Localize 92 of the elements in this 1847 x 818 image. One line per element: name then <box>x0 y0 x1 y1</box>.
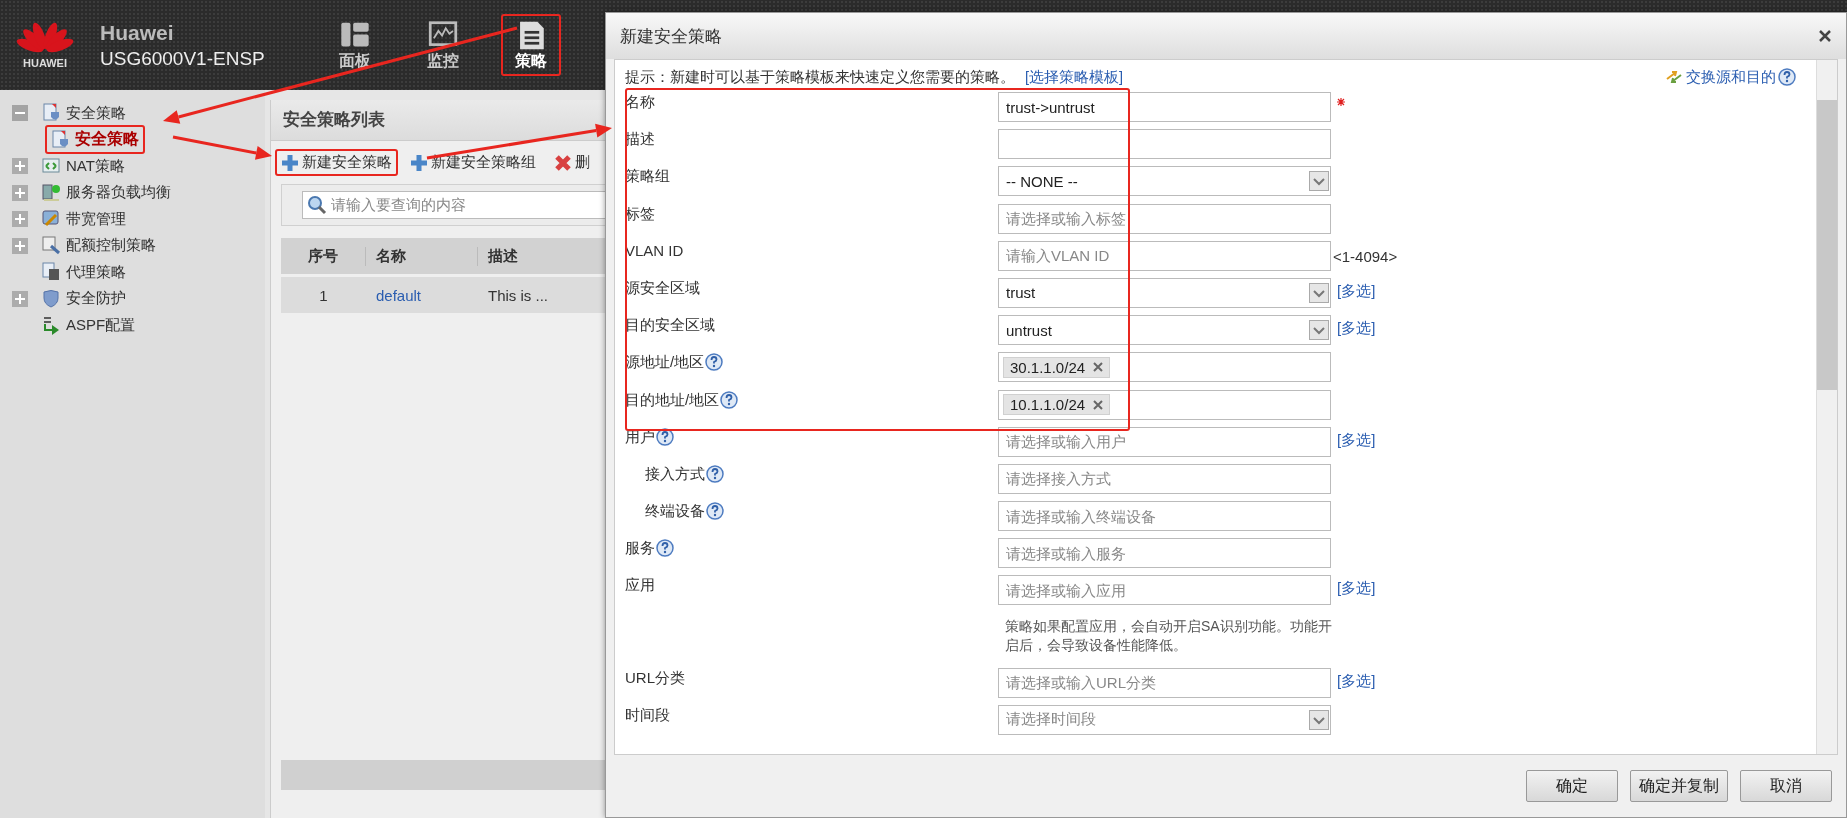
tree-item[interactable]: 安全策略 <box>36 99 132 128</box>
field-label: 目的安全区域 <box>625 316 715 336</box>
close-icon[interactable] <box>1818 29 1832 43</box>
scrollbar[interactable] <box>1816 60 1837 754</box>
remove-icon <box>1093 399 1104 410</box>
column-header: 序号 <box>281 246 366 266</box>
shield-icon <box>42 288 60 309</box>
tree-item[interactable]: 服务器负载均衡 <box>36 178 177 207</box>
delete-icon <box>554 153 572 172</box>
nav-tab[interactable]: 面板 <box>325 14 385 76</box>
input-field[interactable]: 请选择或输入标签 <box>998 203 1331 234</box>
tree-item[interactable]: NAT策略 <box>36 152 131 181</box>
tree-item[interactable]: ASPF配置 <box>36 311 142 340</box>
hint-text: 提示：新建时可以基于策略模板来快速定义您需要的策略。 <box>625 67 1015 87</box>
field-label: 时间段 <box>625 705 670 725</box>
expand-icon[interactable] <box>12 211 28 228</box>
address-tag: 10.1.1.0/24 <box>1003 394 1111 415</box>
logo-text: HUAWEI <box>23 57 67 69</box>
field-label: 服务 <box>625 539 655 559</box>
note-text: 策略如果配置应用，会自动开启SA识别功能。功能开启后，会导致设备性能降低。 <box>1004 616 1333 655</box>
arrows-icon <box>42 315 60 336</box>
expand-icon[interactable] <box>12 184 28 201</box>
tree-item[interactable]: 安全策略 <box>45 125 145 155</box>
tree-item[interactable]: 代理策略 <box>36 258 132 287</box>
tree-item[interactable]: 配额控制策略 <box>36 231 162 260</box>
range-hint: <1-4094> <box>1333 246 1398 265</box>
field-label: 源地址/地区 <box>625 353 705 373</box>
collapse-icon[interactable] <box>12 105 28 122</box>
document-shield-icon <box>51 129 69 150</box>
multi-select-link[interactable]: [多选] <box>1337 281 1376 301</box>
template-link[interactable]: [选择策略模板] <box>1025 67 1124 87</box>
server-icon <box>42 182 60 203</box>
input-field[interactable]: trust->untrust <box>998 92 1331 122</box>
dialog-button[interactable]: 确定并复制 <box>1630 770 1728 802</box>
field-label: 应用 <box>625 576 655 596</box>
table-cell-text: 1 <box>318 286 329 304</box>
expand-icon[interactable] <box>12 290 28 307</box>
field-label: 终端设备 <box>645 502 705 522</box>
swap-link[interactable]: 交换源和目的 <box>1666 67 1776 87</box>
dropdown[interactable]: trust <box>998 277 1331 308</box>
dialog-button[interactable]: 确定 <box>1526 770 1618 802</box>
toolbar-button[interactable]: 新建安全策略 <box>275 149 398 176</box>
dialog-title: 新建安全策略 <box>620 25 722 48</box>
table-cell-text: This is ... <box>487 286 549 304</box>
plus-icon <box>410 153 428 172</box>
policy-link[interactable]: default <box>366 286 478 304</box>
logo-icon <box>15 21 75 55</box>
remove-icon <box>1093 362 1104 373</box>
field-label: 接入方式 <box>645 464 705 484</box>
expand-icon[interactable] <box>12 158 28 175</box>
multi-select-link[interactable]: [多选] <box>1337 430 1376 450</box>
input-field[interactable]: 请选择或输入URL分类 <box>998 667 1331 698</box>
help-icon <box>1778 68 1796 86</box>
dialog-button[interactable]: 取消 <box>1740 770 1832 802</box>
tag-input[interactable]: 10.1.1.0/24 <box>998 389 1331 420</box>
nav-tab[interactable]: 策略 <box>501 14 561 76</box>
field-label: VLAN ID <box>625 241 684 259</box>
column-header: 名称 <box>366 246 478 266</box>
input-field[interactable]: 请选择或输入终端设备 <box>998 501 1331 532</box>
multi-select-link[interactable]: [多选] <box>1337 319 1376 339</box>
dropdown[interactable]: -- NONE -- <box>998 166 1331 197</box>
dropdown[interactable]: untrust <box>998 315 1331 346</box>
swap-icon <box>1666 70 1682 84</box>
plus-icon <box>281 153 299 172</box>
multi-select-link[interactable]: [多选] <box>1337 579 1376 599</box>
field-label: 目的地址/地区 <box>625 390 720 410</box>
field-label: URL分类 <box>625 668 685 688</box>
chevron-icon <box>1309 171 1329 192</box>
input-field[interactable]: 请选择或输入服务 <box>998 538 1331 569</box>
device-name: USG6000V1-ENSP <box>100 47 266 70</box>
field-label: 源安全区域 <box>625 278 700 298</box>
address-tag: 30.1.1.0/24 <box>1003 356 1111 378</box>
input-field[interactable] <box>998 129 1331 160</box>
input-field[interactable]: 请选择或输入用户 <box>998 426 1331 457</box>
dropdown[interactable]: 请选择时间段 <box>998 704 1331 735</box>
tree-item[interactable]: 带宽管理 <box>36 205 132 234</box>
document-icon <box>42 262 60 283</box>
expand-icon[interactable] <box>12 237 28 254</box>
tree-item[interactable]: 安全防护 <box>36 284 132 313</box>
nav-tab[interactable]: 监控 <box>413 14 473 76</box>
document-shield-icon <box>42 103 60 124</box>
multi-select-link[interactable]: [多选] <box>1337 671 1376 691</box>
chevron-icon <box>1309 282 1329 303</box>
chevron-icon <box>1309 709 1329 730</box>
chevron-icon <box>1309 320 1329 341</box>
brand-name: Huawei <box>100 20 175 45</box>
tag-input[interactable]: 30.1.1.0/24 <box>998 352 1331 383</box>
input-field[interactable]: 请选择或输入应用 <box>998 575 1331 606</box>
input-field[interactable]: 请选择接入方式 <box>998 463 1331 494</box>
input-field[interactable]: 请输入VLAN ID <box>998 240 1331 271</box>
toolbar-button[interactable]: 删 <box>548 149 596 176</box>
search-icon <box>307 195 327 215</box>
